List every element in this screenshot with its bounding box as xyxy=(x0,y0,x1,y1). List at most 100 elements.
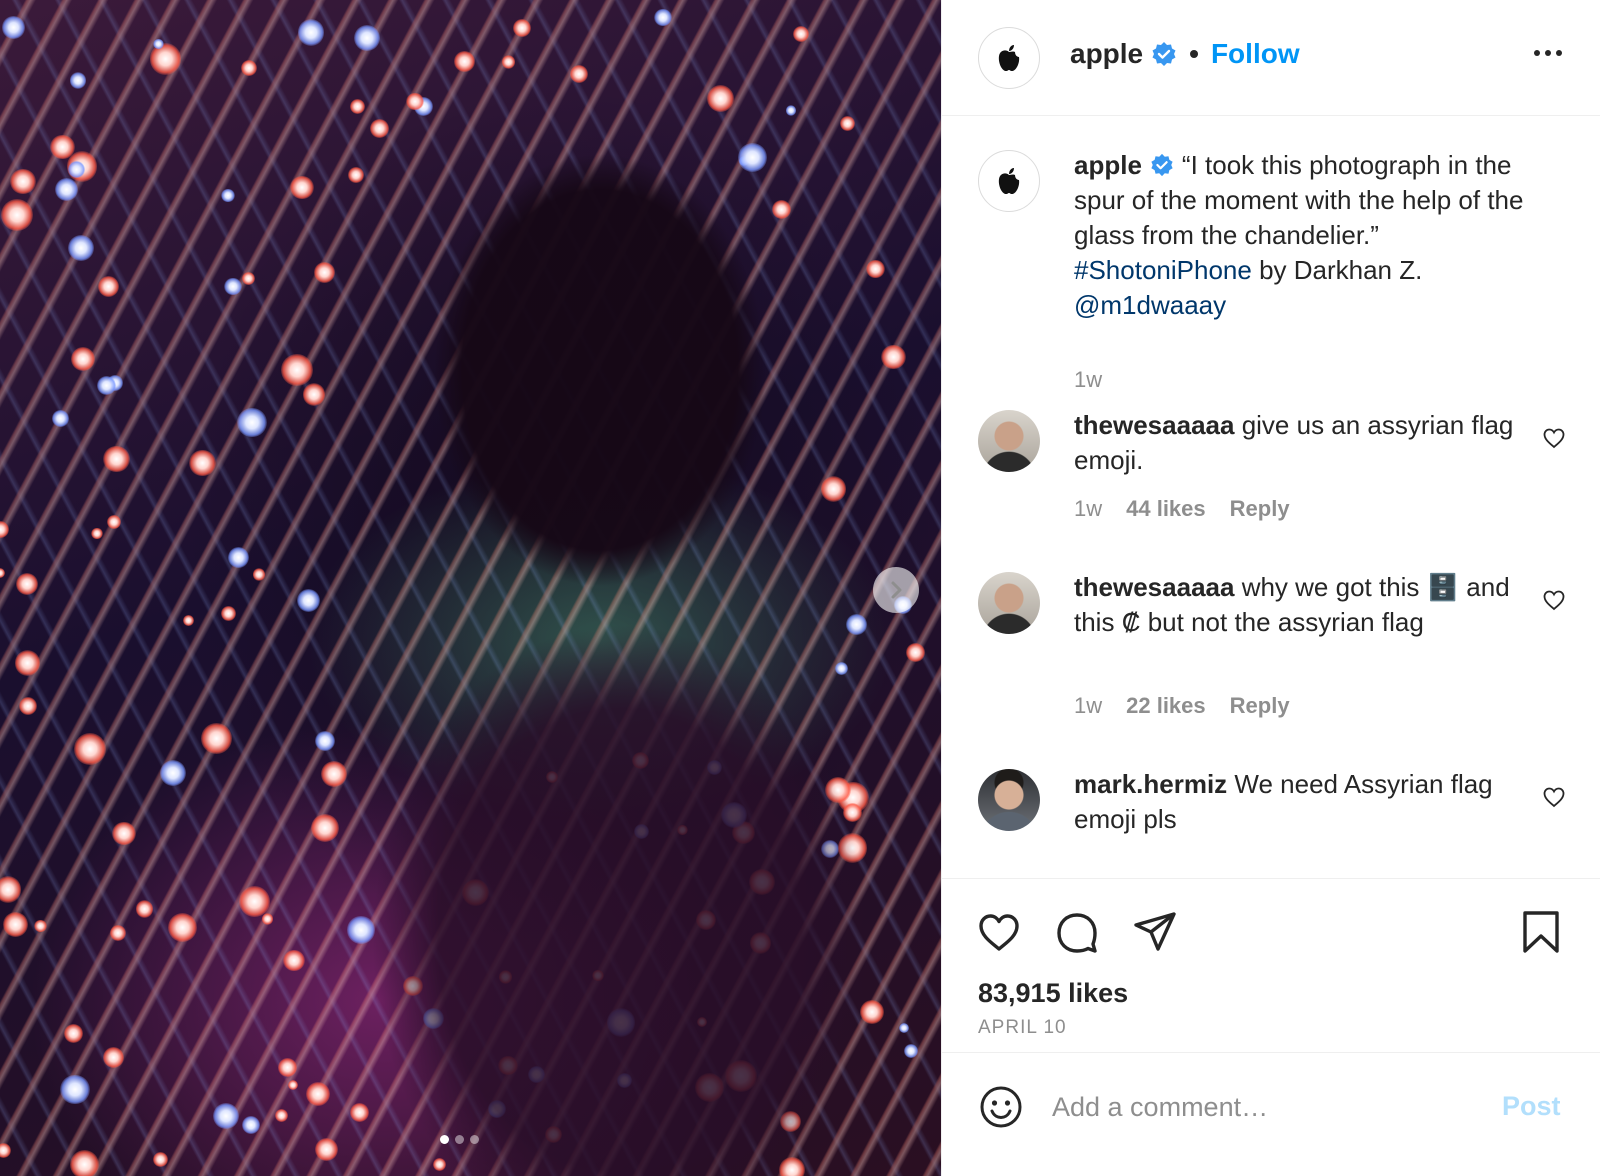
bokeh-light xyxy=(274,1109,288,1123)
likes-count[interactable]: 83,915 likes xyxy=(978,978,1128,1009)
comments-list[interactable]: apple “I took this photograph in the spu… xyxy=(942,117,1600,877)
heart-icon[interactable] xyxy=(1542,785,1566,809)
photo-silhouette xyxy=(320,60,840,1176)
post-date[interactable]: APRIL 10 xyxy=(978,1017,1067,1039)
bokeh-light xyxy=(69,72,87,89)
bokeh-light xyxy=(253,568,266,581)
bokeh-light xyxy=(135,900,154,918)
bokeh-light xyxy=(290,175,314,200)
caption-text: apple “I took this photograph in the spu… xyxy=(1074,148,1524,323)
reply-button[interactable]: Reply xyxy=(1230,693,1290,719)
carousel-pager xyxy=(440,1135,479,1144)
post-button[interactable]: Post xyxy=(1502,1091,1561,1122)
add-comment-bar: Post xyxy=(942,1052,1600,1176)
bokeh-light xyxy=(241,59,258,77)
bokeh-light xyxy=(112,821,136,846)
bokeh-light xyxy=(278,1058,297,1077)
reply-button[interactable]: Reply xyxy=(1230,496,1290,522)
verified-badge-icon xyxy=(1152,42,1176,66)
comment-meta: 1w 22 likes Reply xyxy=(1074,693,1290,719)
comment-input[interactable] xyxy=(1052,1085,1482,1129)
header-separator: • xyxy=(1189,38,1199,69)
more-dot xyxy=(1534,50,1540,56)
bokeh-light xyxy=(18,696,37,716)
bokeh-light xyxy=(109,924,126,941)
more-dot xyxy=(1556,50,1562,56)
bokeh-light xyxy=(297,19,325,46)
header-user: apple • Follow xyxy=(1070,38,1300,70)
verified-badge-icon xyxy=(1151,153,1173,177)
bokeh-light xyxy=(512,19,531,38)
avatar[interactable] xyxy=(978,410,1040,472)
bokeh-light xyxy=(152,1151,168,1167)
apple-logo-icon xyxy=(998,168,1020,194)
caption-time[interactable]: 1w xyxy=(1074,367,1102,393)
chevron-right-icon xyxy=(891,581,902,599)
more-options-icon[interactable] xyxy=(1534,50,1562,56)
avatar[interactable] xyxy=(978,572,1040,634)
avatar[interactable] xyxy=(978,27,1040,89)
post-side-panel: apple • Follow apple “I took this photog… xyxy=(941,0,1600,1176)
bokeh-light xyxy=(183,615,194,626)
carousel-next-button[interactable] xyxy=(873,567,919,613)
bokeh-light xyxy=(69,1150,99,1176)
header-username[interactable]: apple xyxy=(1070,38,1143,70)
carousel-dot-3 xyxy=(470,1135,479,1144)
comment-body-part1: why we got this xyxy=(1241,572,1420,602)
comment-username[interactable]: thewesaaaaa xyxy=(1074,410,1234,440)
avatar[interactable] xyxy=(978,150,1040,212)
comment-time[interactable]: 1w xyxy=(1074,693,1102,719)
carousel-dot-1 xyxy=(440,1135,449,1144)
bokeh-light xyxy=(60,1074,90,1104)
action-bar: 83,915 likes APRIL 10 xyxy=(942,878,1600,1052)
share-icon[interactable] xyxy=(1132,909,1178,955)
bokeh-light xyxy=(261,912,274,925)
bokeh-light xyxy=(74,733,106,765)
follow-button[interactable]: Follow xyxy=(1211,38,1300,70)
bokeh-light xyxy=(880,344,906,370)
bokeh-light xyxy=(237,407,267,438)
caption-hashtag[interactable]: #ShotoniPhone xyxy=(1074,255,1252,285)
caption-username[interactable]: apple xyxy=(1074,150,1142,180)
bokeh-light xyxy=(238,885,271,918)
comment-likes[interactable]: 22 likes xyxy=(1126,693,1206,719)
more-dot xyxy=(1545,50,1551,56)
caption-mention[interactable]: @m1dwaaay xyxy=(1074,290,1226,320)
bokeh-light xyxy=(221,606,236,622)
avatar[interactable] xyxy=(978,769,1040,831)
bokeh-light xyxy=(96,376,116,396)
bokeh-light xyxy=(68,234,94,261)
bokeh-light xyxy=(839,115,855,131)
heart-icon[interactable] xyxy=(1542,426,1566,450)
bokeh-light xyxy=(213,1102,240,1129)
bokeh-light xyxy=(153,38,164,50)
comment-time[interactable]: 1w xyxy=(1074,496,1102,522)
bokeh-light xyxy=(34,919,47,933)
emoji-icon[interactable] xyxy=(978,1084,1024,1130)
bokeh-light xyxy=(52,410,69,427)
comment-text: mark.hermiz We need Assyrian flag emoji … xyxy=(1074,767,1524,837)
comment-text: thewesaaaaa give us an assyrian flag emo… xyxy=(1074,408,1524,478)
heart-icon[interactable] xyxy=(976,909,1022,955)
bokeh-light xyxy=(242,1115,260,1134)
comment-username[interactable]: thewesaaaaa xyxy=(1074,572,1234,602)
comment-icon[interactable] xyxy=(1054,909,1100,955)
bokeh-light xyxy=(228,547,250,568)
bokeh-light xyxy=(103,445,130,473)
comment-likes[interactable]: 44 likes xyxy=(1126,496,1206,522)
post-header: apple • Follow xyxy=(942,0,1600,116)
bokeh-light xyxy=(1,198,34,231)
comment-username[interactable]: mark.hermiz xyxy=(1074,769,1227,799)
post-photo[interactable] xyxy=(0,0,941,1176)
bokeh-light xyxy=(2,16,25,39)
caption-meta: 1w xyxy=(1074,367,1102,393)
bookmark-icon[interactable] xyxy=(1518,909,1564,955)
bokeh-light xyxy=(10,168,36,195)
colon-sign-emoji: ₡ xyxy=(1121,607,1141,637)
apple-logo-icon xyxy=(998,45,1020,71)
bokeh-light xyxy=(792,25,809,43)
bokeh-light xyxy=(50,134,75,160)
comment-body-part3: but not the assyrian flag xyxy=(1147,607,1424,637)
bokeh-light xyxy=(866,259,885,279)
heart-icon[interactable] xyxy=(1542,588,1566,612)
